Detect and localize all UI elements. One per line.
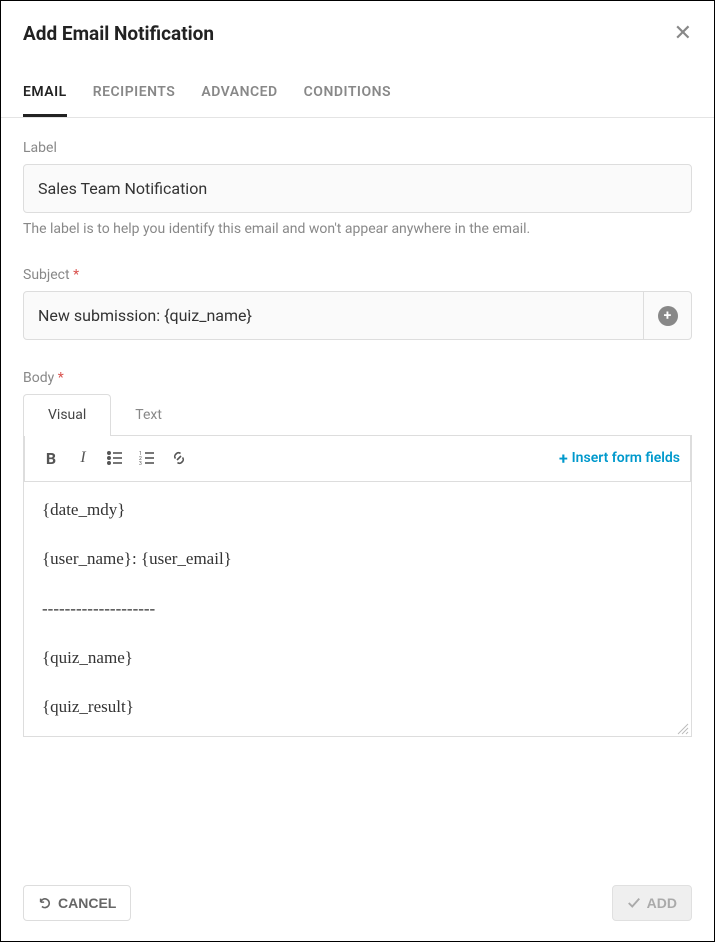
modal-header: Add Email Notification ✕	[1, 1, 714, 62]
insert-form-fields-link[interactable]: + Insert form fields	[559, 449, 680, 468]
add-button[interactable]: ADD	[612, 885, 692, 921]
body-tab-text[interactable]: Text	[110, 394, 187, 436]
bullet-list-icon	[107, 450, 123, 466]
close-icon[interactable]: ✕	[674, 21, 692, 46]
body-tab-spacer	[186, 394, 692, 436]
subject-row: +	[23, 291, 692, 340]
insert-form-fields-text: Insert form fields	[572, 450, 680, 466]
number-list-button[interactable]: 123	[131, 443, 163, 473]
subject-title-text: Subject	[23, 267, 70, 283]
subject-title: Subject *	[23, 267, 692, 283]
link-button[interactable]	[163, 443, 195, 473]
form-body: Label The label is to help you identify …	[1, 118, 714, 759]
editor-toolbar: B I 123 + Insert form fields	[24, 435, 691, 482]
cancel-button[interactable]: CANCEL	[23, 885, 131, 921]
modal-footer: CANCEL ADD	[1, 865, 714, 941]
body-tabs: Visual Text	[23, 394, 692, 436]
label-input[interactable]	[23, 164, 692, 213]
field-body: Body * Visual Text B I 123	[23, 370, 692, 737]
bullet-list-button[interactable]	[99, 443, 131, 473]
subject-insert-button[interactable]: +	[643, 292, 691, 339]
plus-icon-small: +	[559, 449, 568, 468]
bold-button[interactable]: B	[35, 443, 67, 473]
add-label: ADD	[647, 895, 677, 911]
tab-email[interactable]: EMAIL	[23, 84, 67, 117]
tab-advanced[interactable]: ADVANCED	[201, 84, 277, 117]
subject-input[interactable]	[24, 292, 643, 339]
link-icon	[171, 450, 187, 466]
undo-icon	[38, 896, 52, 910]
italic-button[interactable]: I	[67, 443, 99, 473]
editor-area	[24, 482, 691, 736]
body-title: Body *	[23, 370, 692, 386]
number-list-icon: 123	[139, 450, 155, 466]
subject-required: *	[73, 267, 79, 283]
field-subject: Subject * +	[23, 267, 692, 340]
tab-conditions[interactable]: CONDITIONS	[304, 84, 391, 117]
body-editor-wrap: B I 123 + Insert form fields	[23, 435, 692, 737]
body-title-text: Body	[23, 370, 54, 386]
modal-title: Add Email Notification	[23, 22, 214, 45]
label-helper: The label is to help you identify this e…	[23, 221, 692, 237]
check-icon	[627, 896, 641, 910]
cancel-label: CANCEL	[58, 895, 116, 911]
tab-recipients[interactable]: RECIPIENTS	[93, 84, 176, 117]
plus-icon: +	[658, 306, 678, 326]
body-tab-visual[interactable]: Visual	[23, 394, 111, 436]
tab-bar: EMAIL RECIPIENTS ADVANCED CONDITIONS	[1, 62, 714, 118]
svg-text:3: 3	[139, 461, 142, 466]
body-editor[interactable]	[24, 482, 691, 732]
field-label: Label The label is to help you identify …	[23, 140, 692, 237]
label-title: Label	[23, 140, 692, 156]
body-required: *	[58, 370, 64, 386]
